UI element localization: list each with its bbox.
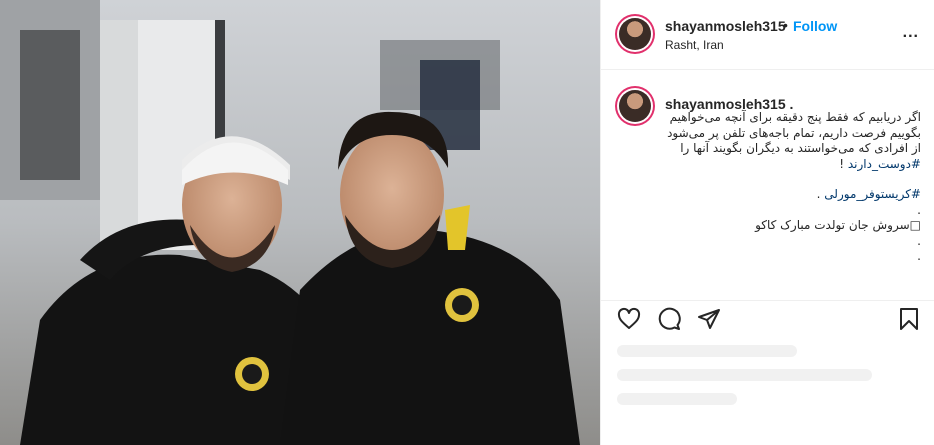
caption-dot: .: [917, 202, 921, 217]
caption-comment: shayanmosleh315 . اگر دریابیم که فقط پنج…: [601, 70, 934, 300]
caption-line-4: #دوست_دارند !: [657, 157, 921, 173]
post-sidebar: shayanmosleh315 • Follow Rasht, Iran ...…: [600, 0, 934, 445]
separator-dot: •: [783, 17, 788, 33]
post-photo[interactable]: [0, 0, 600, 445]
follow-button[interactable]: Follow: [793, 18, 837, 34]
caption-dot: .: [917, 233, 921, 248]
heart-icon[interactable]: [617, 307, 641, 331]
post-username[interactable]: shayanmosleh315: [665, 18, 786, 34]
caption-line-5: #کریستوفر_مورلی .: [657, 187, 921, 203]
photo-image: [0, 0, 600, 445]
bookmark-icon[interactable]: [897, 307, 921, 331]
paper-plane-icon[interactable]: [697, 307, 721, 331]
caption-line-1: اگر دریابیم که فقط پنج دقیقه برای آنچه م…: [669, 110, 921, 124]
comment-icon[interactable]: [657, 307, 681, 331]
hashtag-suffix: !: [839, 156, 848, 171]
more-options-icon[interactable]: ...: [903, 24, 919, 42]
hashtag-link[interactable]: #کریستوفر_مورلی: [824, 187, 921, 201]
blurred-likes-area: [617, 345, 917, 435]
post-header: shayanmosleh315 • Follow Rasht, Iran ...: [601, 0, 934, 70]
action-bar: [601, 300, 934, 336]
hashtag-link[interactable]: #دوست_دارند: [848, 157, 921, 171]
birthday-text: سروش جان تولدت مبارک کاکو: [755, 218, 910, 232]
caption-line-birthday: □سروش جان تولدت مبارک کاکو: [657, 218, 921, 234]
caption-line-3: از افرادی که می‌خواستند به دیگران بگویند…: [680, 141, 921, 155]
caption-dot: .: [917, 249, 921, 263]
caption-gap: [657, 172, 921, 187]
birthday-emoji: □: [909, 218, 921, 232]
caption-line-2: بگوییم فرصت داریم، تمام باجه‌های تلفن پر…: [667, 125, 921, 140]
caption-text: اگر دریابیم که فقط پنج دقیقه برای آنچه م…: [657, 110, 921, 265]
caption-avatar[interactable]: [619, 90, 651, 122]
post-location[interactable]: Rasht, Iran: [665, 38, 724, 52]
avatar[interactable]: [619, 18, 651, 50]
